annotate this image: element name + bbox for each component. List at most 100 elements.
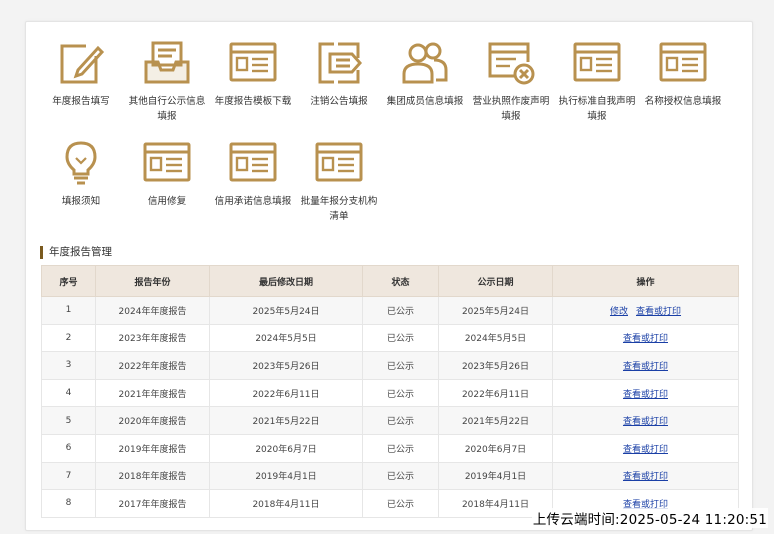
tile-label: 名称授权信息填报 (644, 96, 722, 107)
template-form-icon (210, 40, 296, 86)
inbox-tray-icon (124, 40, 210, 86)
view-print-link[interactable]: 查看或打印 (623, 390, 668, 400)
tile-10[interactable]: 信用修复 (124, 140, 210, 209)
table-row: 5 2020年年度报告 2021年5月22日 已公示 2021年5月22日 查看或打印 (41, 406, 739, 435)
cell-published: 2024年5月5日 (438, 323, 553, 353)
tile-4[interactable]: 注销公告填报 (296, 40, 382, 109)
tile-label: 执行标准自我声明填报 (558, 96, 636, 122)
cell-published: 2022年6月11日 (438, 378, 553, 408)
tile-6[interactable]: 营业执照作废声明填报 (468, 40, 554, 124)
cell-no: 6 (41, 433, 96, 463)
batch-report-form-icon (296, 140, 382, 186)
cell-actions: 查看或打印 (552, 461, 739, 491)
table-row: 6 2019年年度报告 2020年6月7日 已公示 2020年6月7日 查看或打印 (41, 433, 739, 463)
tile-label: 年度报告模板下载 (214, 96, 292, 107)
tile-label: 集团成员信息填报 (386, 96, 464, 107)
tile-label: 信用修复 (147, 196, 187, 207)
table-row: 4 2021年年度报告 2022年6月11日 已公示 2022年6月11日 查看或打印 (41, 378, 739, 408)
cancel-notice-icon (296, 40, 382, 86)
cell-year: 2018年年度报告 (95, 461, 210, 491)
cell-no: 5 (41, 406, 96, 435)
cell-year: 2020年年度报告 (95, 406, 210, 435)
cell-year: 2022年年度报告 (95, 351, 210, 380)
tile-8[interactable]: 名称授权信息填报 (640, 40, 726, 109)
cell-year: 2017年年度报告 (95, 489, 210, 518)
cell-published: 2021年5月22日 (438, 406, 553, 435)
license-void-icon (468, 40, 554, 86)
cell-modified: 2025年5月24日 (209, 296, 363, 325)
standard-form-icon (554, 40, 640, 86)
tile-3[interactable]: 年度报告模板下载 (210, 40, 296, 109)
table-row: 7 2018年年度报告 2019年4月1日 已公示 2019年4月1日 查看或打印 (41, 461, 739, 491)
col-header-status: 状态 (362, 265, 439, 297)
cell-status: 已公示 (362, 378, 439, 408)
edit-link[interactable]: 修改 (610, 307, 628, 317)
cell-status: 已公示 (362, 489, 439, 518)
table-body: 1 2024年年度报告 2025年5月24日 已公示 2025年5月24日 修改 查看或打印… (41, 296, 739, 518)
col-header-published: 公示日期 (438, 265, 553, 297)
edit-document-icon (38, 40, 124, 86)
tile-label: 年度报告填写 (52, 96, 110, 107)
tile-7[interactable]: 执行标准自我声明填报 (554, 40, 640, 124)
tile-label: 注销公告填报 (310, 96, 368, 107)
cell-modified: 2020年6月7日 (209, 433, 363, 463)
cell-year: 2023年年度报告 (95, 323, 210, 353)
view-print-link[interactable]: 查看或打印 (623, 362, 668, 372)
main-panel: 年度报告填写 其他自行公示信息填报 年度报告模板下载 注销公告填报 集团成员信息… (25, 21, 753, 531)
upload-timestamp: 上传云端时间:2025-05-24 11:20:51 (531, 508, 768, 528)
view-print-link[interactable]: 查看或打印 (623, 334, 668, 344)
cell-modified: 2024年5月5日 (209, 323, 363, 353)
cell-published: 2020年6月7日 (438, 433, 553, 463)
tile-label: 信用承诺信息填报 (214, 196, 292, 207)
cell-published: 2019年4月1日 (438, 461, 553, 491)
cell-status: 已公示 (362, 323, 439, 353)
cell-status: 已公示 (362, 351, 439, 380)
view-print-link[interactable]: 查看或打印 (623, 445, 668, 455)
cell-actions: 修改 查看或打印 (552, 296, 739, 325)
cell-year: 2021年年度报告 (95, 378, 210, 408)
cell-year: 2019年年度报告 (95, 433, 210, 463)
tile-label: 营业执照作废声明填报 (472, 96, 550, 122)
cell-published: 2023年5月26日 (438, 351, 553, 380)
view-print-link[interactable]: 查看或打印 (636, 307, 681, 317)
table-header-row: 序号 报告年份 最后修改日期 状态 公示日期 操作 (41, 265, 739, 297)
view-print-link[interactable]: 查看或打印 (623, 472, 668, 482)
cell-status: 已公示 (362, 406, 439, 435)
group-members-icon (382, 40, 468, 86)
section-title: 年度报告管理 (40, 246, 112, 259)
table-row: 3 2022年年度报告 2023年5月26日 已公示 2023年5月26日 查看或打印 (41, 351, 739, 380)
tile-label: 填报须知 (61, 196, 101, 207)
cell-actions: 查看或打印 (552, 406, 739, 435)
lightbulb-icon (38, 140, 124, 186)
cell-modified: 2021年5月22日 (209, 406, 363, 435)
cell-status: 已公示 (362, 461, 439, 491)
tile-9[interactable]: 填报须知 (38, 140, 124, 209)
cell-no: 3 (41, 351, 96, 380)
cell-actions: 查看或打印 (552, 351, 739, 380)
table-row: 1 2024年年度报告 2025年5月24日 已公示 2025年5月24日 修改 查看或打印 (41, 296, 739, 325)
tile-1[interactable]: 年度报告填写 (38, 40, 124, 109)
cell-no: 7 (41, 461, 96, 491)
tile-2[interactable]: 其他自行公示信息填报 (124, 40, 210, 124)
tile-11[interactable]: 信用承诺信息填报 (210, 140, 296, 209)
tile-5[interactable]: 集团成员信息填报 (382, 40, 468, 109)
cell-modified: 2022年6月11日 (209, 378, 363, 408)
cell-actions: 查看或打印 (552, 378, 739, 408)
name-auth-form-icon (640, 40, 726, 86)
cell-status: 已公示 (362, 296, 439, 325)
annual-report-table: 序号 报告年份 最后修改日期 状态 公示日期 操作 1 2024年年度报告 2025… (41, 265, 739, 518)
credit-promise-form-icon (210, 140, 296, 186)
cell-status: 已公示 (362, 433, 439, 463)
cell-no: 8 (41, 489, 96, 518)
cell-actions: 查看或打印 (552, 323, 739, 353)
view-print-link[interactable]: 查看或打印 (623, 417, 668, 427)
cell-actions: 查看或打印 (552, 433, 739, 463)
tile-label: 批量年报分支机构清单 (300, 196, 378, 222)
cell-modified: 2018年4月11日 (209, 489, 363, 518)
cell-no: 1 (41, 296, 96, 325)
cell-no: 2 (41, 323, 96, 353)
cell-year: 2024年年度报告 (95, 296, 210, 325)
cell-published: 2025年5月24日 (438, 296, 553, 325)
col-header-no: 序号 (41, 265, 96, 297)
tile-12[interactable]: 批量年报分支机构清单 (296, 140, 382, 224)
